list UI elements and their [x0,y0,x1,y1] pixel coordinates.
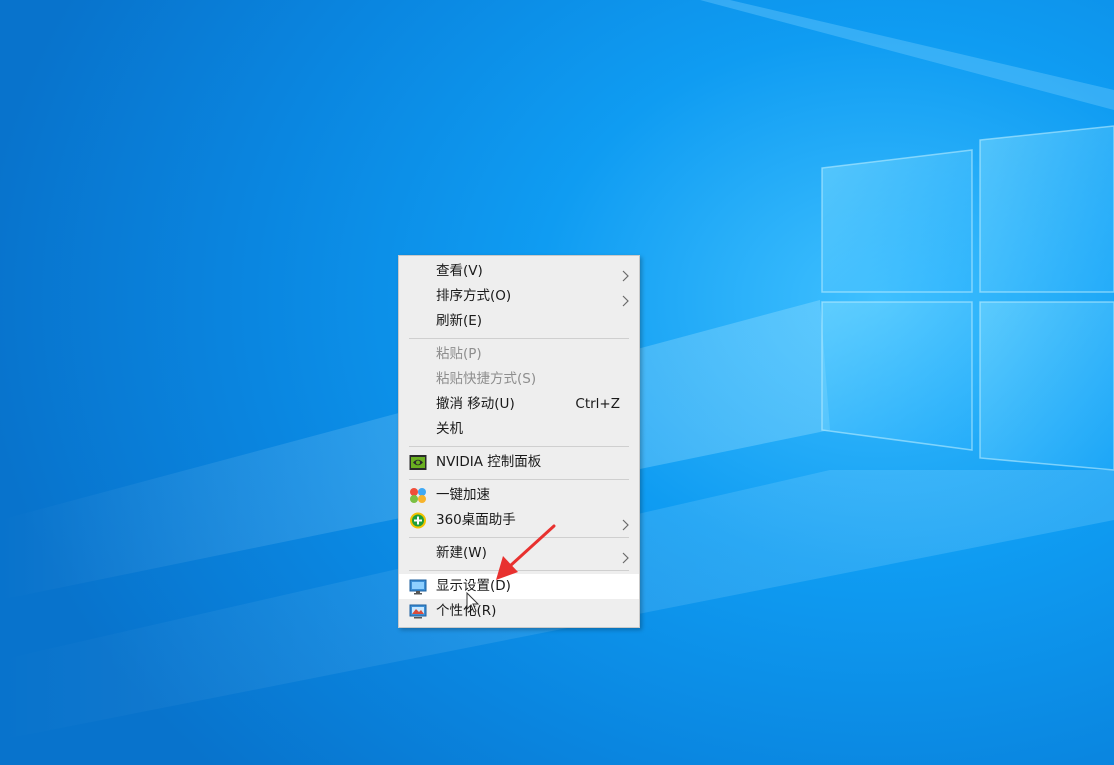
annotation-arrow [496,524,556,580]
mouse-cursor-icon [466,592,480,613]
desktop-background[interactable]: 查看(V) 排序方式(O) 刷新(E) 粘贴(P) 粘贴快捷方式(S) 撤消 移动(U) C… [0,0,1114,765]
